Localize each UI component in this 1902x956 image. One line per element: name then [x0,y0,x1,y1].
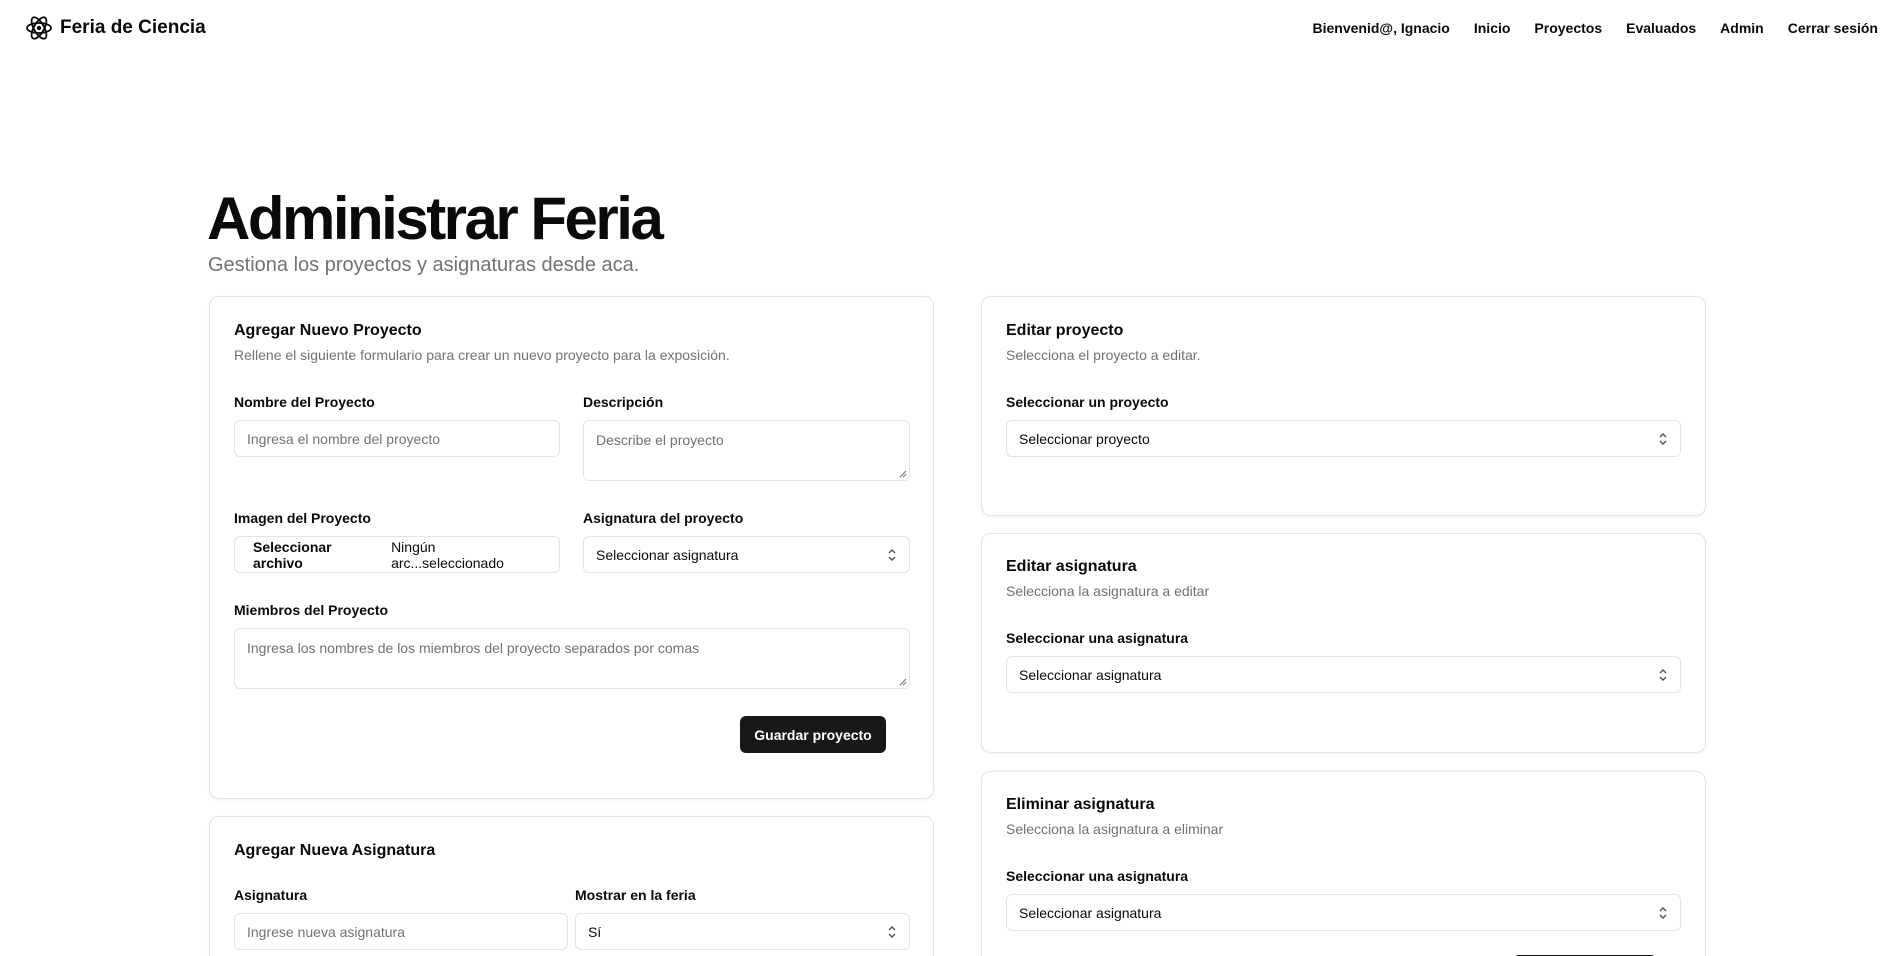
project-subject-select[interactable]: Seleccionar asignatura [583,536,910,573]
save-project-button[interactable]: Guardar proyecto [740,716,886,753]
project-description-label: Descripción [583,394,664,410]
chevron-up-down-icon [888,925,896,938]
card-description: Rellene el siguiente formulario para cre… [234,347,730,363]
nav-admin[interactable]: Admin [1720,20,1764,36]
select-project-dropdown[interactable]: Seleccionar proyecto [1006,420,1681,457]
select-subject-label: Seleccionar una asignatura [1006,868,1189,884]
chevron-up-down-icon [1659,668,1667,681]
subject-name-label: Asignatura [234,887,308,903]
card-title: Agregar Nueva Asignatura [234,842,436,859]
nav-welcome[interactable]: Bienvenid@, Ignacio [1313,20,1450,36]
card-title: Agregar Nuevo Proyecto [234,322,422,339]
edit-project-card: Editar proyecto Selecciona el proyecto a… [981,296,1706,516]
card-description: Selecciona el proyecto a editar. [1006,347,1201,363]
card-title: Eliminar asignatura [1006,796,1155,813]
file-status: Ningún arc...seleccionado [391,538,504,571]
select-file-button[interactable]: Seleccionar archivo [253,539,381,571]
card-description: Selecciona la asignatura a eliminar [1006,821,1224,837]
project-image-label: Imagen del Proyecto [234,510,371,526]
chevron-up-down-icon [888,548,896,561]
show-in-fair-label: Mostrar en la feria [575,887,696,903]
top-navbar: Feria de Ciencia Bienvenid@, Ignacio Ini… [0,0,1902,56]
project-subject-label: Asignatura del proyecto [583,510,744,526]
nav-logout[interactable]: Cerrar sesión [1788,20,1878,36]
card-title: Editar asignatura [1006,558,1137,575]
delete-subject-card: Eliminar asignatura Selecciona la asigna… [981,771,1706,956]
brand-name: Feria de Ciencia [60,17,206,38]
select-subject-label: Seleccionar una asignatura [1006,630,1189,646]
brand-logo[interactable]: Feria de Ciencia [24,13,206,43]
project-description-textarea[interactable]: Describe el proyecto [583,420,910,481]
atom-icon [26,16,52,40]
resize-grip-icon[interactable] [899,678,907,686]
page-title: Administrar Feria [207,185,664,252]
nav-inicio[interactable]: Inicio [1474,20,1511,36]
delete-subject-dropdown[interactable]: Seleccionar asignatura [1006,894,1681,931]
chevron-up-down-icon [1659,906,1667,919]
page-subtitle: Gestiona los proyectos y asignaturas des… [208,254,640,276]
nav-evaluados[interactable]: Evaluados [1626,20,1696,36]
card-description: Selecciona la asignatura a editar [1006,583,1210,599]
resize-grip-icon[interactable] [899,470,907,478]
project-name-input[interactable]: Ingresa el nombre del proyecto [234,420,560,457]
project-members-textarea[interactable]: Ingresa los nombres de los miembros del … [234,628,910,689]
show-in-fair-select[interactable]: Sí [575,913,910,950]
subject-name-input[interactable]: Ingrese nueva asignatura [234,913,568,950]
project-name-label: Nombre del Proyecto [234,394,375,410]
select-project-label: Seleccionar un proyecto [1006,394,1169,410]
card-title: Editar proyecto [1006,322,1124,339]
project-members-label: Miembros del Proyecto [234,602,389,618]
select-subject-dropdown[interactable]: Seleccionar asignatura [1006,656,1681,693]
new-subject-card: Agregar Nueva Asignatura Asignatura Ingr… [209,816,934,956]
chevron-up-down-icon [1659,432,1667,445]
new-project-card: Agregar Nuevo Proyecto Rellene el siguie… [209,296,934,799]
main-nav: Bienvenid@, Ignacio Inicio Proyectos Eva… [1313,20,1878,36]
edit-subject-card: Editar asignatura Selecciona la asignatu… [981,533,1706,753]
nav-proyectos[interactable]: Proyectos [1534,20,1602,36]
project-image-file-input[interactable]: Seleccionar archivo Ningún arc...selecci… [234,536,560,573]
